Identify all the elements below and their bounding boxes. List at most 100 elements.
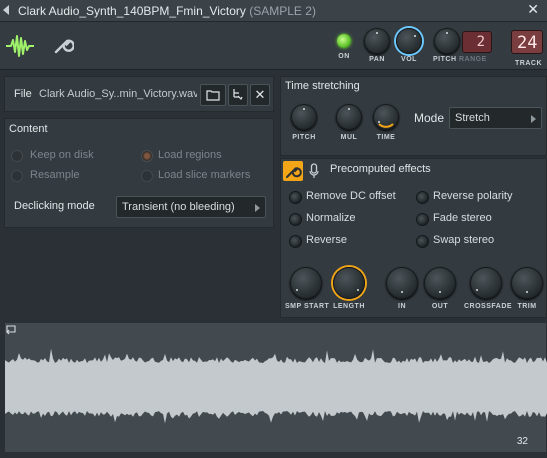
waveform-shape [5,348,547,424]
out-label: OUT [431,303,449,310]
ts-mul-knob[interactable] [336,104,362,130]
length-knob[interactable] [333,267,365,299]
declicking-mode-select[interactable]: Transient (no bleeding) [116,196,266,218]
precomputed-effects-panel: Precomputed effects Remove DC offset Nor… [280,158,547,318]
length-label: LENGTH [333,303,365,310]
reverse-radio[interactable] [289,235,302,248]
precomputed-effects-heading: Precomputed effects [330,163,431,175]
window-title: Clark Audio_Synth_140BPM_Fmin_Victory (S… [18,4,316,18]
track-label: TRACK [515,60,542,67]
window-menu-arrow-icon[interactable] [3,5,9,15]
crossfade-label: CROSSFADE [464,303,513,310]
reverse-polarity-label: Reverse polarity [433,190,513,202]
reverse-label: Reverse [306,234,347,246]
pitch-range-labels: PITCH RANGE [433,56,486,63]
pitch-knob-group: PITCH RANGE [433,26,486,63]
load-regions-label: Load regions [158,149,222,161]
mode-label: Mode [414,111,445,125]
vol-label: VOL [401,56,417,63]
resample-label: Resample [30,169,80,181]
range-label: RANGE [458,56,487,63]
pitch-range-display[interactable]: 2 [462,31,492,53]
track-display[interactable]: 24 [511,30,543,54]
pan-knob-group: PAN [363,26,391,63]
ts-mul-group: MUL [332,104,366,141]
keep-on-disk-label: Keep on disk [30,149,94,161]
ts-pitch-group: PITCH [287,104,321,141]
file-label: File [14,88,32,100]
on-toggle[interactable]: ON [333,26,355,60]
on-label: ON [338,53,350,60]
content-panel: Content Keep on disk Resample Load regio… [4,118,274,228]
vol-knob-group: VOL [395,26,423,63]
dropdown-arrow-icon [531,115,536,123]
waveform-display[interactable]: 32 [4,322,547,453]
in-group: IN [383,267,421,310]
load-regions-radio[interactable] [141,150,153,162]
trim-group: TRIM [509,267,545,310]
crossfade-group: CROSSFADE [464,267,513,310]
smp-start-group: SMP START [285,267,329,310]
window-subtitle: (SAMPLE 2) [249,4,316,18]
time-stretching-panel: Time stretching PITCH MUL TIME Mode Stre… [280,76,547,156]
declicking-mode-value: Transient (no bleeding) [122,201,235,213]
time-arc-icon [378,123,394,128]
out-group: OUT [421,267,459,310]
length-group: LENGTH [329,267,369,310]
title-bar: Clark Audio_Synth_140BPM_Fmin_Victory (S… [0,0,547,22]
close-icon: ✕ [254,87,266,102]
ts-pitch-label: PITCH [292,134,316,141]
file-name: Clark Audio_Sy..min_Victory.wav [39,88,197,100]
waveform-count: 32 [516,436,528,447]
remove-dc-radio[interactable] [289,191,302,204]
mode-value: Stretch [455,112,490,124]
microphone-icon[interactable] [309,163,319,179]
normalize-label: Normalize [306,212,356,224]
fade-stereo-label: Fade stereo [433,212,492,224]
browse-file-button[interactable] [228,84,248,106]
loop-icon[interactable] [5,323,17,335]
declicking-mode-label: Declicking mode [14,200,95,212]
remove-dc-label: Remove DC offset [306,190,396,202]
pan-label: PAN [369,56,385,63]
pan-knob[interactable] [364,28,390,54]
pitch-knob[interactable] [434,28,460,54]
channel-toolbar: ON PAN VOL PITCH RANGE 2 24 TRACK [0,22,547,70]
open-file-button[interactable] [200,84,226,106]
track-value: 24 [517,33,538,53]
ts-time-group: TIME [369,104,403,141]
keep-on-disk-radio[interactable] [11,150,23,162]
resample-radio[interactable] [11,170,23,182]
swap-stereo-label: Swap stereo [433,234,495,246]
fade-stereo-radio[interactable] [416,213,429,226]
ts-pitch-knob[interactable] [291,104,317,130]
trim-knob[interactable] [511,267,543,299]
window-title-text: Clark Audio_Synth_140BPM_Fmin_Victory [18,4,246,18]
ts-time-knob[interactable] [373,104,399,130]
on-led-icon [337,34,351,48]
load-slice-markers-label: Load slice markers [158,169,251,181]
volume-knob[interactable] [396,28,422,54]
crossfade-knob[interactable] [470,267,502,299]
load-slice-markers-radio[interactable] [141,170,153,182]
close-window-icon[interactable]: ✕ [527,1,539,18]
clear-file-button[interactable]: ✕ [250,84,270,106]
ts-mul-label: MUL [340,134,358,141]
normalize-radio[interactable] [289,213,302,226]
mode-select[interactable]: Stretch [449,107,542,129]
in-knob[interactable] [386,267,418,299]
waveform-tab-icon[interactable] [4,30,36,62]
out-knob[interactable] [424,267,456,299]
ts-time-label: TIME [376,134,396,141]
pitch-label: PITCH [433,56,457,63]
dropdown-arrow-icon [255,204,260,212]
wrench-tab-icon[interactable] [52,34,74,56]
effects-wrench-icon[interactable] [283,161,303,181]
smp-start-knob[interactable] [290,267,322,299]
waveform-graph [5,348,547,424]
time-stretching-heading: Time stretching [285,80,360,92]
swap-stereo-radio[interactable] [416,235,429,248]
reverse-polarity-radio[interactable] [416,191,429,204]
folder-icon [206,90,220,101]
file-panel: File Clark Audio_Sy..min_Victory.wav ✕ [4,76,274,112]
